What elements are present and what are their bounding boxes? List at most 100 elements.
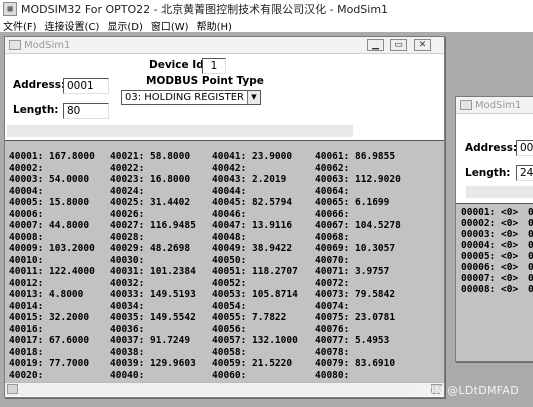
register-cell[interactable]: 40007: 44.8000 <box>9 220 89 232</box>
register-cell[interactable]: 40054: <box>212 301 246 313</box>
coil-cell[interactable]: 00007: <0> <box>461 273 518 285</box>
register-cell[interactable]: 40027: 116.9485 <box>110 220 196 232</box>
point-type-select[interactable]: 03: HOLDING REGISTER ▼ <box>121 90 261 105</box>
register-cell[interactable]: 40074: <box>315 301 349 313</box>
register-cell[interactable]: 40037: 91.7249 <box>110 335 190 347</box>
register-cell[interactable]: 40045: 82.5794 <box>212 197 292 209</box>
horizontal-scrollbar[interactable] <box>5 382 444 396</box>
register-cell[interactable]: 40046: <box>212 209 246 221</box>
register-cell[interactable]: 40025: 31.4402 <box>110 197 190 209</box>
register-cell[interactable]: 40008: <box>9 232 43 244</box>
register-cell[interactable]: 40043: 2.2019 <box>212 174 286 186</box>
register-cell[interactable]: 40049: 38.9422 <box>212 243 292 255</box>
register-cell[interactable]: 40018: <box>9 347 43 359</box>
register-cell[interactable]: 40029: 48.2698 <box>110 243 190 255</box>
length-field[interactable]: 24 <box>516 165 533 181</box>
register-cell[interactable]: 40010: <box>9 255 43 267</box>
device-id-field[interactable]: 1 <box>202 58 226 74</box>
register-cell[interactable]: 40017: 67.6000 <box>9 335 89 347</box>
chevron-down-icon[interactable]: ▼ <box>247 91 260 104</box>
register-cell[interactable]: 40070: <box>315 255 349 267</box>
register-cell[interactable]: 40050: <box>212 255 246 267</box>
register-cell[interactable]: 40038: <box>110 347 144 359</box>
register-cell[interactable]: 40016: <box>9 324 43 336</box>
register-cell[interactable]: 40019: 77.7000 <box>9 358 89 370</box>
register-cell[interactable]: 40028: <box>110 232 144 244</box>
menu-help[interactable]: 帮助(H) <box>197 18 232 33</box>
register-cell[interactable]: 40048: <box>212 232 246 244</box>
register-cell[interactable]: 40003: 54.0000 <box>9 174 89 186</box>
coil-cell[interactable]: 00003: <0> <box>461 229 518 241</box>
register-cell[interactable]: 40056: <box>212 324 246 336</box>
coil-cell-next-column[interactable]: 0 <box>528 240 533 252</box>
address-field[interactable]: 000 <box>516 140 533 156</box>
register-cell[interactable]: 40059: 21.5220 <box>212 358 292 370</box>
register-cell[interactable]: 40062: <box>315 163 349 175</box>
register-cell[interactable]: 40021: 58.8000 <box>110 151 190 163</box>
menu-window[interactable]: 窗口(W) <box>151 18 189 33</box>
coil-cell-next-column[interactable]: 0 <box>528 284 533 296</box>
menu-connection[interactable]: 连接设置(C) <box>45 18 100 33</box>
register-cell[interactable]: 40015: 32.2000 <box>9 312 89 324</box>
register-cell[interactable]: 40024: <box>110 186 144 198</box>
register-cell[interactable]: 40042: <box>212 163 246 175</box>
register-cell[interactable]: 40076: <box>315 324 349 336</box>
coil-cell[interactable]: 00001: <0> <box>461 207 518 219</box>
register-cell[interactable]: 40006: <box>9 209 43 221</box>
register-cell[interactable]: 40031: 101.2384 <box>110 266 196 278</box>
register-cell[interactable]: 40051: 118.2707 <box>212 266 298 278</box>
register-cell[interactable]: 40004: <box>9 186 43 198</box>
coil-cell-next-column[interactable]: 0 <box>528 251 533 263</box>
register-cell[interactable]: 40055: 7.7822 <box>212 312 286 324</box>
register-cell[interactable]: 40075: 23.0781 <box>315 312 395 324</box>
register-cell[interactable]: 40005: 15.8000 <box>9 197 89 209</box>
register-cell[interactable]: 40063: 112.9020 <box>315 174 401 186</box>
register-cell[interactable]: 40073: 79.5842 <box>315 289 395 301</box>
register-cell[interactable]: 40061: 86.9855 <box>315 151 395 163</box>
coil-cell-next-column[interactable]: 0 <box>528 273 533 285</box>
menu-display[interactable]: 显示(D) <box>107 18 143 33</box>
register-cell[interactable]: 40058: <box>212 347 246 359</box>
register-cell[interactable]: 40041: 23.9000 <box>212 151 292 163</box>
register-cell[interactable]: 40057: 132.1000 <box>212 335 298 347</box>
coil-cell[interactable]: 00008: <0> <box>461 284 518 296</box>
register-cell[interactable]: 40047: 13.9116 <box>212 220 292 232</box>
register-cell[interactable]: 40030: <box>110 255 144 267</box>
coil-cell-next-column[interactable]: 0 <box>528 229 533 241</box>
scroll-left-button[interactable] <box>7 384 18 394</box>
register-cell[interactable]: 40033: 149.5193 <box>110 289 196 301</box>
register-cell[interactable]: 40026: <box>110 209 144 221</box>
register-cell[interactable]: 40065: 6.1699 <box>315 197 389 209</box>
register-cell[interactable]: 40071: 3.9757 <box>315 266 389 278</box>
register-cell[interactable]: 40079: 83.6910 <box>315 358 395 370</box>
register-cell[interactable]: 40023: 16.8000 <box>110 174 190 186</box>
address-field[interactable]: 0001 <box>63 78 109 94</box>
coil-cell[interactable]: 00006: <0> <box>461 262 518 274</box>
menu-file[interactable]: 文件(F) <box>3 18 37 33</box>
register-cell[interactable]: 40020: <box>9 370 43 382</box>
register-cell[interactable]: 40002: <box>9 163 43 175</box>
register-cell[interactable]: 40022: <box>110 163 144 175</box>
register-cell[interactable]: 40036: <box>110 324 144 336</box>
register-cell[interactable]: 40011: 122.4000 <box>9 266 95 278</box>
coil-cell[interactable]: 00004: <0> <box>461 240 518 252</box>
register-cell[interactable]: 40068: <box>315 232 349 244</box>
register-cell[interactable]: 40078: <box>315 347 349 359</box>
register-cell[interactable]: 40053: 105.8714 <box>212 289 298 301</box>
register-cell[interactable]: 40034: <box>110 301 144 313</box>
register-cell[interactable]: 40032: <box>110 278 144 290</box>
register-cell[interactable]: 40080: <box>315 370 349 382</box>
close-button[interactable]: ✕ <box>414 39 431 51</box>
register-cell[interactable]: 40013: 4.8000 <box>9 289 83 301</box>
window-title-bar[interactable]: ModSim1 <box>456 97 533 114</box>
coil-cell[interactable]: 00005: <0> <box>461 251 518 263</box>
register-cell[interactable]: 40072: <box>315 278 349 290</box>
coil-cell-next-column[interactable]: 0 <box>528 207 533 219</box>
coil-cell-next-column[interactable]: 0 <box>528 218 533 230</box>
register-cell[interactable]: 40039: 129.9603 <box>110 358 196 370</box>
register-cell[interactable]: 40052: <box>212 278 246 290</box>
register-cell[interactable]: 40012: <box>9 278 43 290</box>
length-field[interactable]: 80 <box>63 103 109 119</box>
maximize-button[interactable]: ▭ <box>390 39 407 51</box>
register-cell[interactable]: 40069: 10.3057 <box>315 243 395 255</box>
